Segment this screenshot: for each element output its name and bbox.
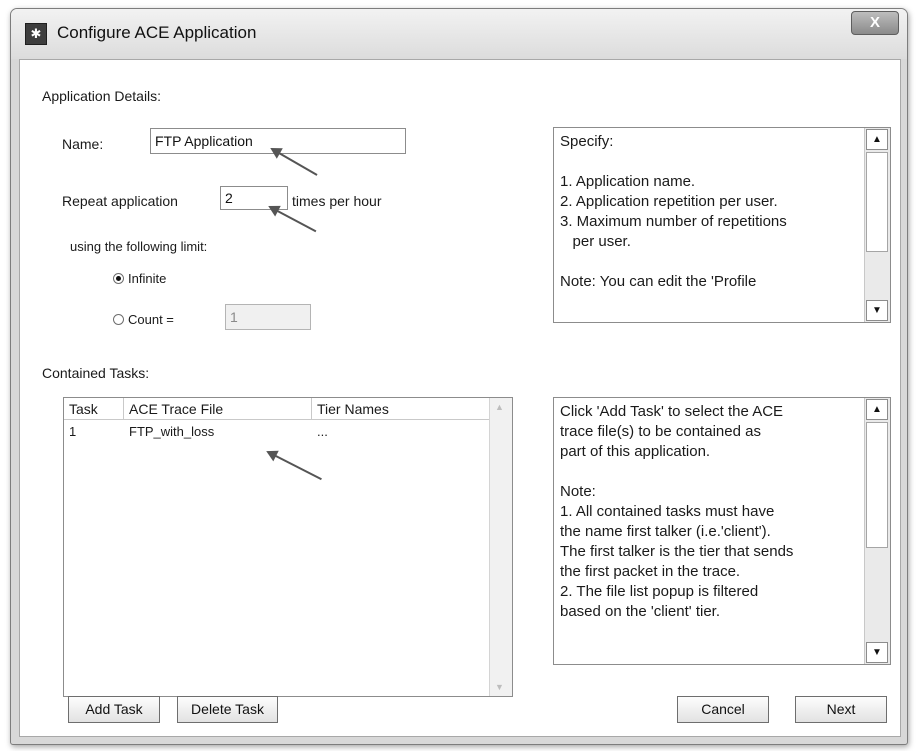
name-label: Name: bbox=[62, 136, 104, 152]
column-header-task[interactable]: Task bbox=[64, 398, 124, 420]
app-icon: ✱ bbox=[25, 23, 47, 45]
tasks-help-text: Click 'Add Task' to select the ACE trace… bbox=[560, 403, 794, 620]
configure-ace-application-dialog: ✱ Configure ACE Application X Applicatio… bbox=[10, 8, 908, 745]
tasks-help-scrollbar[interactable]: ▲ ▼ bbox=[864, 398, 890, 664]
count-field[interactable] bbox=[225, 304, 311, 330]
close-button[interactable]: X bbox=[851, 11, 899, 35]
next-button[interactable]: Next bbox=[795, 696, 887, 723]
tasks-table[interactable]: Task ACE Trace File Tier Names 1 FTP_wit… bbox=[63, 397, 513, 697]
task-cell: 1 bbox=[69, 424, 77, 439]
column-header-ace-trace-file[interactable]: ACE Trace File bbox=[124, 398, 312, 420]
title-bar[interactable]: ✱ Configure ACE Application X bbox=[11, 9, 907, 59]
repeat-suffix-label: times per hour bbox=[292, 193, 382, 209]
scroll-down-arrow-icon[interactable]: ▼ bbox=[495, 682, 504, 692]
count-radio[interactable] bbox=[113, 314, 124, 325]
infinite-radio[interactable] bbox=[113, 273, 124, 284]
infinite-label[interactable]: Infinite bbox=[128, 271, 166, 286]
tasks-help-box: Click 'Add Task' to select the ACE trace… bbox=[553, 397, 891, 665]
application-details-heading: Application Details: bbox=[42, 88, 162, 104]
scroll-up-arrow-icon[interactable]: ▲ bbox=[495, 402, 504, 412]
annotation-arrow-repeat bbox=[269, 206, 317, 233]
dialog-body: Application Details: Name: Repeat applic… bbox=[19, 59, 901, 737]
delete-task-button[interactable]: Delete Task bbox=[177, 696, 278, 723]
add-task-button[interactable]: Add Task bbox=[68, 696, 160, 723]
window-title: Configure ACE Application bbox=[57, 23, 257, 42]
cancel-button[interactable]: Cancel bbox=[677, 696, 769, 723]
tasks-table-scrollbar[interactable]: ▲ ▼ bbox=[489, 398, 512, 696]
count-label[interactable]: Count = bbox=[128, 312, 174, 327]
scroll-up-arrow-icon[interactable]: ▲ bbox=[866, 399, 888, 420]
trace-file-cell[interactable]: FTP_with_loss bbox=[124, 422, 312, 442]
scroll-thumb[interactable] bbox=[866, 422, 888, 548]
tier-names-cell[interactable]: ... bbox=[312, 422, 492, 442]
scroll-thumb[interactable] bbox=[866, 152, 888, 252]
limit-label: using the following limit: bbox=[70, 239, 208, 254]
details-help-text: Specify: 1. Application name. 2. Applica… bbox=[560, 133, 787, 290]
details-help-box: Specify: 1. Application name. 2. Applica… bbox=[553, 127, 891, 323]
column-header-tier-names[interactable]: Tier Names bbox=[312, 398, 492, 420]
scroll-up-arrow-icon[interactable]: ▲ bbox=[866, 129, 888, 150]
repeat-label: Repeat application bbox=[62, 193, 178, 209]
details-help-scrollbar[interactable]: ▲ ▼ bbox=[864, 128, 890, 322]
scroll-down-arrow-icon[interactable]: ▼ bbox=[866, 300, 888, 321]
contained-tasks-heading: Contained Tasks: bbox=[42, 365, 150, 381]
scroll-down-arrow-icon[interactable]: ▼ bbox=[866, 642, 888, 663]
